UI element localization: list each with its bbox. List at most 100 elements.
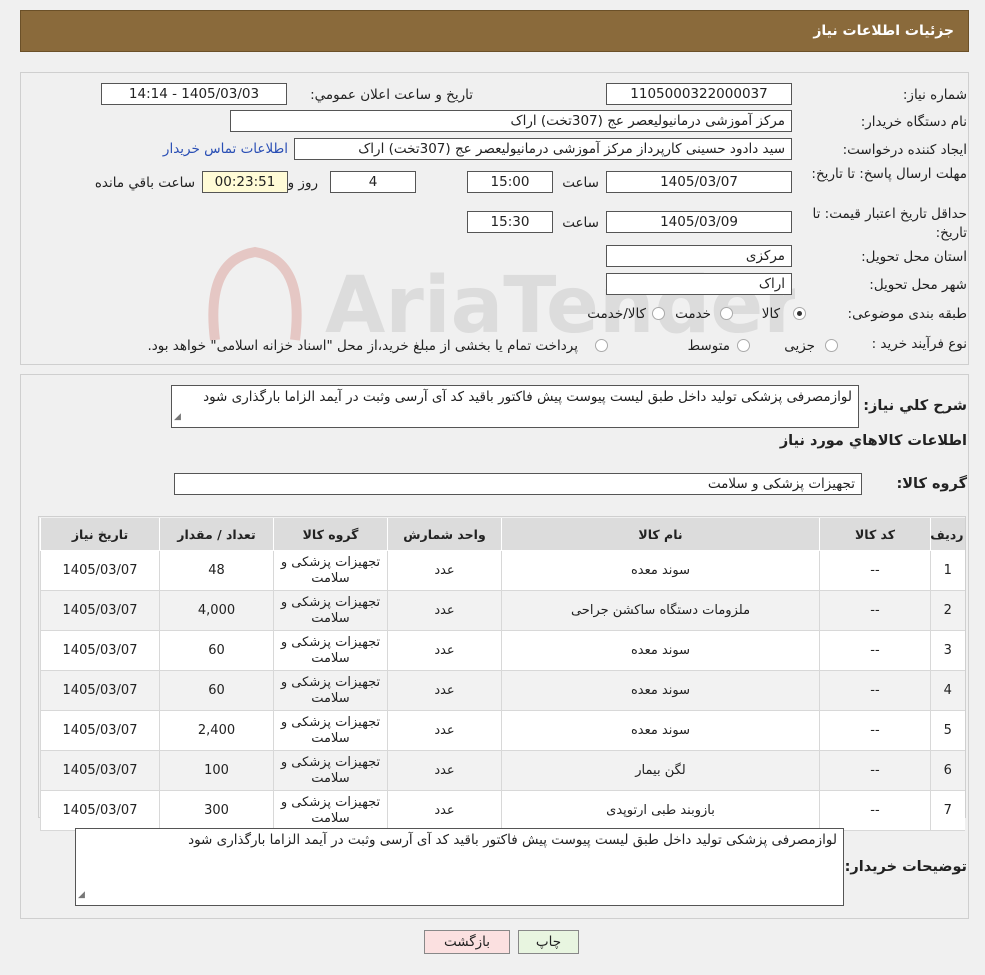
goods-group-label: گروه کالا: xyxy=(896,476,967,492)
validity-time-field: 15:30 xyxy=(467,211,553,233)
cell-goods-name: لگن بیمار xyxy=(501,750,820,791)
cell-goods-code: -- xyxy=(819,550,931,591)
col-goods-code: کد کالا xyxy=(819,518,931,551)
cell-goods-group: تجهیزات پزشکی و سلامت xyxy=(273,550,388,591)
cell-need-date: 1405/03/07 xyxy=(40,630,160,671)
cell-need-date: 1405/03/07 xyxy=(40,710,160,751)
table-row: 7 -- بازوبند طبی ارتوپدی عدد تجهیزات پزش… xyxy=(40,790,965,831)
cell-quantity: 4,000 xyxy=(159,590,274,631)
cell-row-number: 6 xyxy=(930,750,965,791)
table-row: 5 -- سوند معده عدد تجهیزات پزشکی و سلامت… xyxy=(40,710,965,751)
cell-quantity: 100 xyxy=(159,750,274,791)
cell-row-number: 5 xyxy=(930,710,965,751)
cell-row-number: 2 xyxy=(930,590,965,631)
cell-need-date: 1405/03/07 xyxy=(40,790,160,831)
cell-unit: عدد xyxy=(387,710,502,751)
reply-deadline-label: مهلت ارسال پاسخ: تا تاریخ: xyxy=(811,166,967,182)
goods-table: رديف کد کالا نام کالا واحد شمارش گروه کا… xyxy=(40,518,965,831)
province-label: استان محل تحویل: xyxy=(861,249,967,265)
days-remaining-field: 4 xyxy=(330,171,416,193)
goods-group-field: تجهیزات پزشکی و سلامت xyxy=(174,473,862,495)
category-option-goods-service: کالا/خدمت xyxy=(587,306,646,322)
goods-section-title: اطلاعات کالاهاي مورد نياز xyxy=(779,433,967,449)
table-row: 1 -- سوند معده عدد تجهیزات پزشکی و سلامت… xyxy=(40,550,965,591)
cell-row-number: 3 xyxy=(930,630,965,671)
cell-row-number: 7 xyxy=(930,790,965,831)
remaining-time-field: 00:23:51 xyxy=(202,171,288,193)
cell-need-date: 1405/03/07 xyxy=(40,590,160,631)
cell-goods-name: بازوبند طبی ارتوپدی xyxy=(501,790,820,831)
category-radio-goods-service[interactable] xyxy=(652,307,665,320)
validity-date-field: 1405/03/09 xyxy=(606,211,792,233)
process-option-minor: جزیی xyxy=(784,338,815,354)
process-radio-minor[interactable] xyxy=(825,339,838,352)
cell-quantity: 2,400 xyxy=(159,710,274,751)
cell-goods-name: سوند معده xyxy=(501,710,820,751)
category-radio-goods[interactable] xyxy=(793,307,806,320)
city-field: اراک xyxy=(606,273,792,295)
print-button[interactable]: چاپ xyxy=(518,930,579,954)
cell-quantity: 60 xyxy=(159,630,274,671)
buyer-notes-text: لوازمصرفی پزشکی تولید داخل طبق لیست پیوس… xyxy=(188,832,837,848)
buyer-notes-textarea[interactable]: لوازمصرفی پزشکی تولید داخل طبق لیست پیوس… xyxy=(75,828,844,906)
need-number-label: شماره نیاز: xyxy=(902,87,967,103)
col-goods-name: نام کالا xyxy=(501,518,820,551)
cell-row-number: 1 xyxy=(930,550,965,591)
cell-goods-code: -- xyxy=(819,710,931,751)
cell-goods-group: تجهیزات پزشکی و سلامت xyxy=(273,710,388,751)
cell-goods-code: -- xyxy=(819,670,931,711)
buyer-contact-link[interactable]: اطلاعات تماس خریدار xyxy=(163,141,288,157)
cell-goods-name: سوند معده xyxy=(501,550,820,591)
cell-goods-code: -- xyxy=(819,750,931,791)
cell-goods-name: سوند معده xyxy=(501,630,820,671)
resize-grip-icon[interactable]: ◢ xyxy=(78,886,85,904)
requester-field: سید دادود حسینی کارپرداز مرکز آموزشی درم… xyxy=(294,138,792,160)
cell-unit: عدد xyxy=(387,590,502,631)
table-row: 6 -- لگن بیمار عدد تجهیزات پزشکی و سلامت… xyxy=(40,750,965,791)
reply-time-field: 15:00 xyxy=(467,171,553,193)
validity-time-label: ساعت xyxy=(562,215,599,231)
category-radio-service[interactable] xyxy=(720,307,733,320)
col-row-number: رديف xyxy=(930,518,965,551)
back-button[interactable]: بازگشت xyxy=(424,930,510,954)
buyer-org-label: نام دستگاه خریدار: xyxy=(860,114,967,130)
table-row: 2 -- ملزومات دستگاه ساکشن جراحی عدد تجهی… xyxy=(40,590,965,631)
cell-unit: عدد xyxy=(387,790,502,831)
description-textarea[interactable]: لوازمصرفی پزشکی تولید داخل طبق لیست پیوس… xyxy=(171,385,859,428)
process-radio-treasury[interactable] xyxy=(595,339,608,352)
reply-time-label: ساعت xyxy=(562,175,599,191)
days-label: روز و xyxy=(287,175,318,191)
resize-grip-icon[interactable]: ◢ xyxy=(174,408,181,426)
announce-label: تاريخ و ساعت اعلان عمومي: xyxy=(310,87,473,103)
cell-goods-code: -- xyxy=(819,590,931,631)
description-label: شرح کلي نياز: xyxy=(863,398,967,414)
cell-need-date: 1405/03/07 xyxy=(40,550,160,591)
cell-goods-group: تجهیزات پزشکی و سلامت xyxy=(273,630,388,671)
cell-goods-name: ملزومات دستگاه ساکشن جراحی xyxy=(501,590,820,631)
process-treasury-note: پرداخت تمام یا بخشی از مبلغ خرید،از محل … xyxy=(147,338,578,354)
category-option-service: خدمت xyxy=(675,306,711,322)
category-label: طبقه بندی موضوعی: xyxy=(847,306,967,322)
buyer-org-field: مرکز آموزشی درمانیولیعصر عج (307تخت) ارا… xyxy=(230,110,792,132)
price-validity-label: حداقل تاریخ اعتبار قیمت: تا تاریخ: xyxy=(812,206,967,241)
cell-need-date: 1405/03/07 xyxy=(40,750,160,791)
table-row: 3 -- سوند معده عدد تجهیزات پزشکی و سلامت… xyxy=(40,630,965,671)
reply-date-field: 1405/03/07 xyxy=(606,171,792,193)
col-quantity: تعداد / مقدار xyxy=(159,518,274,551)
cell-goods-name: سوند معده xyxy=(501,670,820,711)
category-option-goods: کالا xyxy=(761,306,780,322)
cell-unit: عدد xyxy=(387,670,502,711)
announce-datetime-field: 1405/03/03 - 14:14 xyxy=(101,83,287,105)
process-radio-medium[interactable] xyxy=(737,339,750,352)
process-option-medium: متوسط xyxy=(687,338,730,354)
cell-unit: عدد xyxy=(387,750,502,791)
cell-goods-group: تجهیزات پزشکی و سلامت xyxy=(273,590,388,631)
col-unit: واحد شمارش xyxy=(387,518,502,551)
table-row: 4 -- سوند معده عدد تجهیزات پزشکی و سلامت… xyxy=(40,670,965,711)
province-field: مرکزی xyxy=(606,245,792,267)
remaining-time-label: ساعت باقي مانده xyxy=(94,175,195,191)
cell-unit: عدد xyxy=(387,630,502,671)
page-title: جزئیات اطلاعات نیاز xyxy=(813,23,954,39)
cell-quantity: 48 xyxy=(159,550,274,591)
requester-label: ایجاد کننده درخواست: xyxy=(842,142,967,158)
